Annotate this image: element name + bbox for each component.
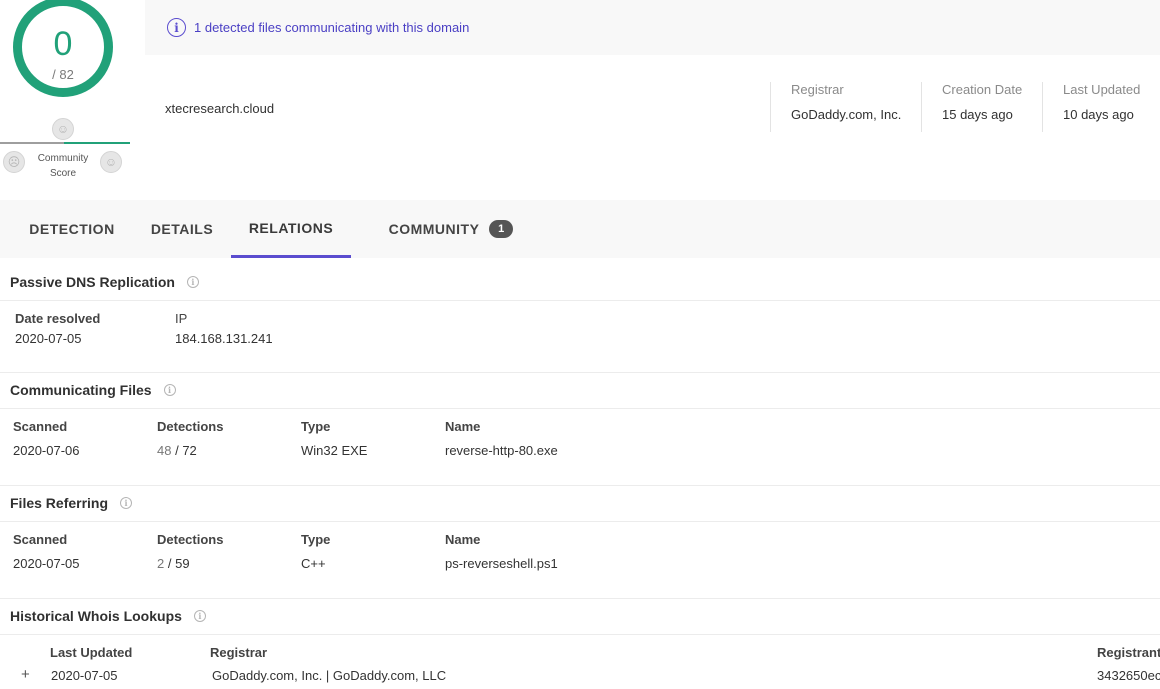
dns-ip-link[interactable]: 184.168.131.241 [175, 331, 273, 346]
section-title-text: Passive DNS Replication [10, 274, 175, 290]
column-header: Detections [157, 532, 224, 547]
community-count-badge: 1 [489, 220, 514, 238]
section-title-communicating-files: Communicating Files i [10, 382, 176, 398]
thumbs-down-icon[interactable]: ☹ [3, 151, 25, 173]
column-header: Date resolved [15, 311, 101, 326]
expand-row-button[interactable]: + [21, 666, 30, 683]
section-title-whois: Historical Whois Lookups i [10, 608, 206, 624]
tab-detection[interactable]: DETECTION [12, 200, 132, 258]
meta-label: Last Updated [1063, 82, 1141, 97]
meta-creation-date: Creation Date 15 days ago [921, 82, 1022, 132]
info-icon[interactable]: i [163, 384, 176, 396]
tab-community[interactable]: COMMUNITY 1 [376, 200, 526, 258]
column-header: Name [445, 532, 481, 547]
divider [0, 372, 1160, 373]
tab-label: DETAILS [150, 221, 214, 237]
column-header: Scanned [13, 532, 68, 547]
community-score-marker-icon: ☺ [52, 118, 74, 140]
info-icon[interactable]: i [120, 497, 133, 509]
community-score-bar-negative [0, 142, 64, 144]
info-icon[interactable]: i [193, 610, 206, 622]
section-title-passive-dns: Passive DNS Replication i [10, 274, 199, 290]
detection-count: 0 [53, 25, 73, 63]
section-title-text: Communicating Files [10, 382, 152, 398]
file-detections: 2 / 59 [157, 556, 190, 571]
domain-name: xtecresearch.cloud [165, 101, 275, 116]
dns-date[interactable]: 2020-07-05 [15, 331, 82, 346]
divider [0, 300, 1160, 301]
column-header: Type [301, 419, 331, 434]
column-header: Scanned [13, 419, 68, 434]
meta-label: Registrar [791, 82, 844, 97]
section-title-files-referring: Files Referring i [10, 495, 133, 511]
community-score-bar-positive [64, 142, 130, 144]
file-name-link[interactable]: reverse-http-80.exe [445, 443, 558, 458]
divider [0, 521, 1160, 522]
detections-positives: 2 [157, 556, 165, 571]
column-header: Name [445, 419, 481, 434]
column-header: Type [301, 532, 331, 547]
detected-files-banner[interactable]: i 1 detected files communicating with th… [145, 0, 1160, 55]
detection-score-gauge: 0 / 82 [13, 0, 113, 97]
divider [0, 634, 1160, 635]
tab-details[interactable]: DETAILS [132, 200, 232, 258]
tab-label: DETECTION [29, 221, 115, 237]
meta-value: GoDaddy.com, Inc. [791, 107, 902, 122]
file-name-link[interactable]: ps-reverseshell.ps1 [445, 556, 558, 571]
whois-registrant: 3432650ec [1097, 668, 1160, 683]
tab-relations[interactable]: RELATIONS [231, 200, 351, 258]
meta-value: 15 days ago [942, 107, 1013, 122]
tab-label: COMMUNITY [388, 221, 480, 237]
detection-total: / 82 [52, 67, 74, 82]
detections-total: / 59 [167, 556, 190, 571]
column-header: Detections [157, 419, 224, 434]
tab-label: RELATIONS [248, 219, 334, 236]
section-title-text: Historical Whois Lookups [10, 608, 182, 624]
tab-bar: DETECTION DETAILS RELATIONS COMMUNITY 1 [0, 200, 1160, 258]
section-title-text: Files Referring [10, 495, 109, 511]
info-icon: i [167, 18, 186, 37]
file-detections: 48 / 72 [157, 443, 197, 458]
score-widget: 0 / 82 ☺ ☹ Community Score ☺ [0, 0, 130, 190]
thumbs-up-icon[interactable]: ☺ [100, 151, 122, 173]
meta-registrar: Registrar GoDaddy.com, Inc. [770, 82, 901, 132]
column-header: Registrant [1097, 645, 1160, 660]
file-scanned-date: 2020-07-05 [13, 556, 80, 571]
meta-label: Creation Date [942, 82, 1023, 97]
detections-total: / 72 [175, 443, 197, 458]
meta-value: 10 days ago [1063, 107, 1134, 122]
community-score-label: Community Score [37, 153, 89, 179]
divider [0, 485, 1160, 486]
meta-last-updated: Last Updated 10 days ago [1042, 82, 1140, 132]
divider [0, 598, 1160, 599]
detections-positives: 48 [157, 443, 172, 458]
divider [0, 408, 1160, 409]
column-header: Registrar [210, 645, 268, 660]
column-header: Last Updated [50, 645, 133, 660]
file-type: Win32 EXE [301, 443, 368, 458]
whois-registrar: GoDaddy.com, Inc. | GoDaddy.com, LLC [212, 668, 447, 683]
column-header: IP [175, 311, 188, 326]
whois-updated-date: 2020-07-05 [51, 668, 118, 683]
file-type: C++ [301, 556, 326, 571]
info-icon[interactable]: i [186, 276, 199, 288]
file-scanned-date: 2020-07-06 [13, 443, 80, 458]
banner-text[interactable]: 1 detected files communicating with this… [194, 20, 469, 35]
